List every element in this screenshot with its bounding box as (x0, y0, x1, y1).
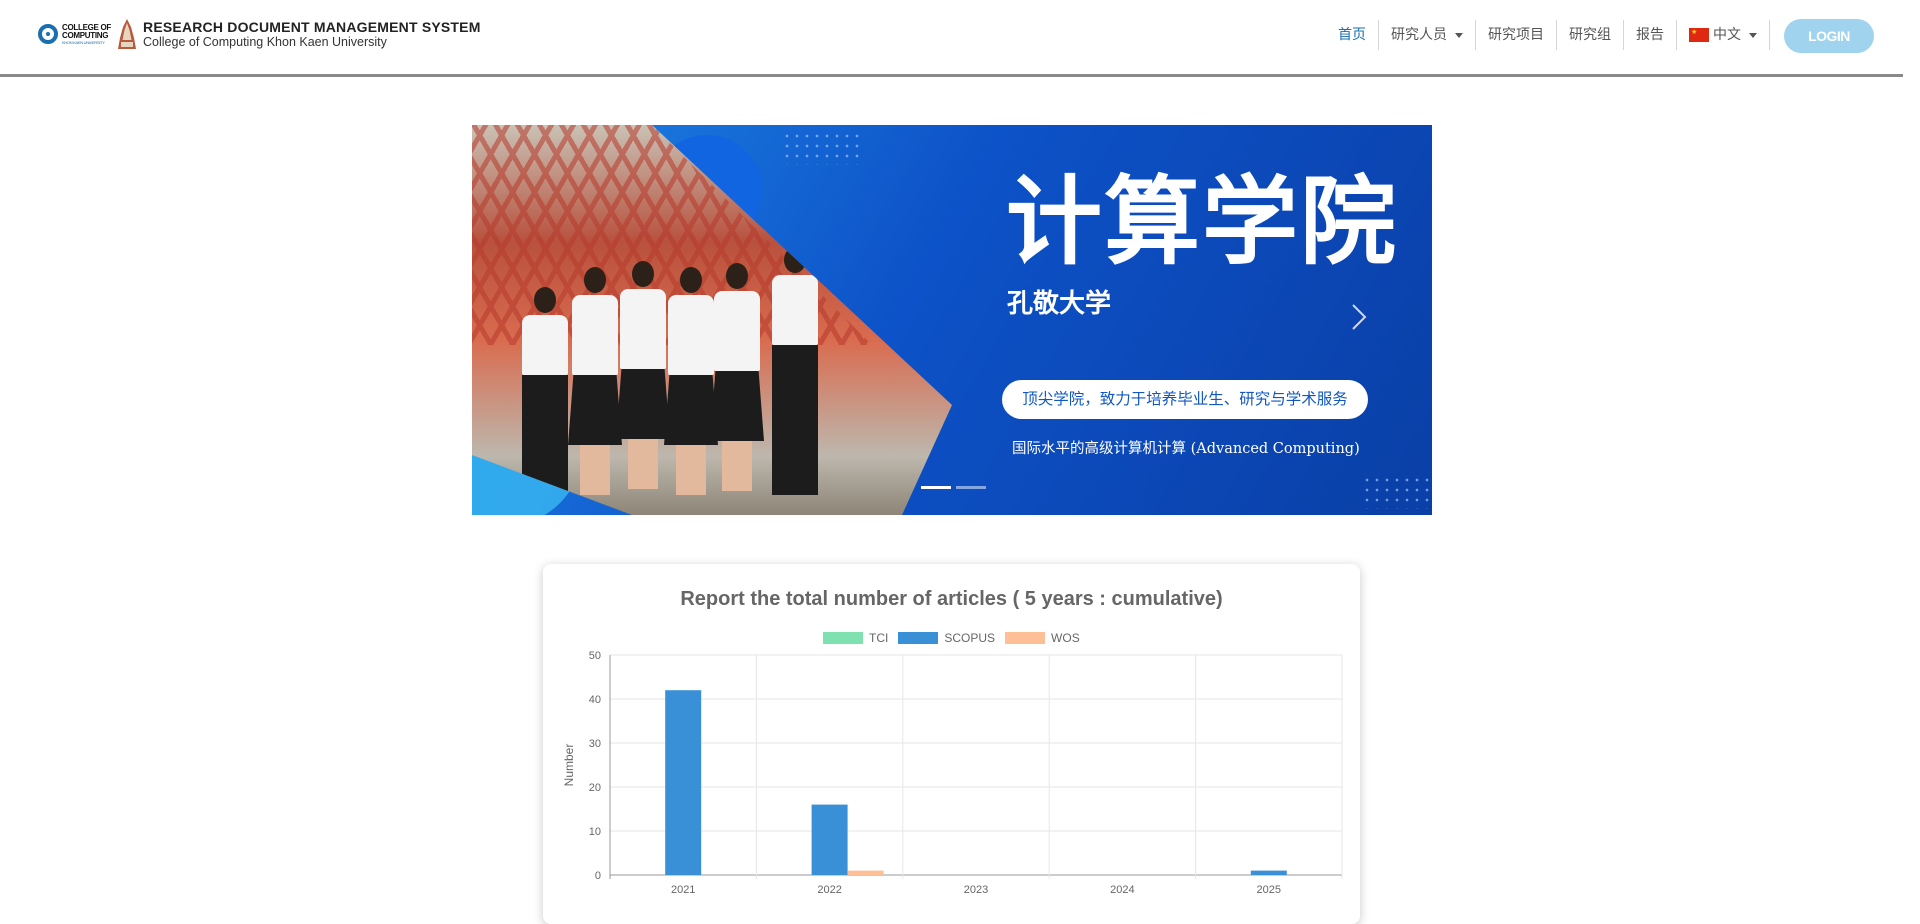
x-tick-label: 2023 (964, 884, 988, 893)
students-group (492, 235, 872, 495)
nav-item-label: 研究人员 (1391, 27, 1447, 43)
caret-down-icon (1749, 32, 1757, 38)
bar-scopus-2025 (1250, 870, 1287, 875)
language-dropdown[interactable]: 中文 (1677, 20, 1770, 50)
brand[interactable]: COLLEGE OF COMPUTING KHON KAEN UNIVERSIT… (38, 18, 481, 50)
carousel-tagline: 国际水平的高级计算机计算 (Advanced Computing) (1012, 441, 1360, 457)
top-navbar: COLLEGE OF COMPUTING KHON KAEN UNIVERSIT… (0, 0, 1903, 77)
carousel-indicator[interactable] (956, 486, 986, 489)
logo-text-line2: COMPUTING (62, 30, 109, 40)
chevron-right-icon[interactable] (1344, 302, 1374, 332)
carousel-indicator[interactable] (921, 486, 951, 489)
y-tick-label: 30 (589, 738, 601, 750)
nav-item-label: 首页 (1338, 27, 1366, 43)
nav-item-researchers[interactable]: 研究人员 (1379, 20, 1476, 50)
bar-chart: 0 10 20 30 40 50 Number 2021 2022 2023 2024 2025 (562, 650, 1343, 893)
nav-item-home[interactable]: 首页 (1326, 20, 1379, 50)
system-title: RESEARCH DOCUMENT MANAGEMENT SYSTEM (143, 19, 481, 35)
login-button[interactable]: LOGIN (1784, 19, 1874, 53)
y-tick-label: 50 (589, 650, 601, 662)
hero-carousel[interactable]: 计算学院 孔敬大学 顶尖学院，致力于培养毕业生、研究与学术服务 国际水平的高级计… (472, 125, 1432, 515)
nav-item-reports[interactable]: 报告 (1624, 20, 1677, 50)
bar-wos-2022 (847, 870, 884, 875)
kku-seal-icon (118, 19, 137, 49)
y-axis-label: Number (562, 744, 576, 787)
x-tick-label: 2021 (671, 884, 695, 893)
nav-item-label: 研究组 (1569, 27, 1611, 43)
language-label: 中文 (1713, 27, 1741, 43)
x-tick-label: 2024 (1110, 884, 1134, 893)
system-subtitle: College of Computing Khon Kaen Universit… (143, 35, 387, 49)
y-tick-label: 10 (589, 826, 601, 838)
y-tick-label: 0 (595, 870, 601, 882)
carousel-title: 计算学院 (1006, 166, 1398, 278)
decorative-dots (782, 131, 862, 165)
nav-item-label: 报告 (1636, 27, 1664, 43)
college-of-computing-logo: COLLEGE OF COMPUTING KHON KAEN UNIVERSIT… (38, 23, 111, 45)
carousel-pill-text: 顶尖学院，致力于培养毕业生、研究与学术服务 (1002, 380, 1368, 419)
x-tick-label: 2022 (817, 884, 841, 893)
bar-scopus-2021 (665, 690, 702, 875)
nav-item-label: 研究项目 (1488, 27, 1544, 43)
logo-text-small: KHON KAEN UNIVERSITY (62, 39, 105, 45)
y-tick-label: 20 (589, 782, 601, 794)
nav-item-research-projects[interactable]: 研究项目 (1476, 20, 1557, 50)
x-tick-label: 2025 (1257, 884, 1281, 893)
y-tick-label: 40 (589, 694, 601, 706)
carousel-subtitle: 孔敬大学 (1007, 289, 1112, 319)
bar-scopus-2022 (811, 804, 848, 875)
decorative-dots (1362, 475, 1432, 509)
articles-report-card: Report the total number of articles ( 5 … (543, 564, 1360, 924)
main-nav: 首页 研究人员 研究项目 研究组 报告 中文 (1326, 20, 1770, 50)
nav-item-research-groups[interactable]: 研究组 (1557, 20, 1624, 50)
college-logo-icon (38, 24, 58, 44)
caret-down-icon (1455, 32, 1463, 38)
china-flag-icon (1689, 28, 1709, 42)
carousel-indicators (921, 486, 986, 489)
